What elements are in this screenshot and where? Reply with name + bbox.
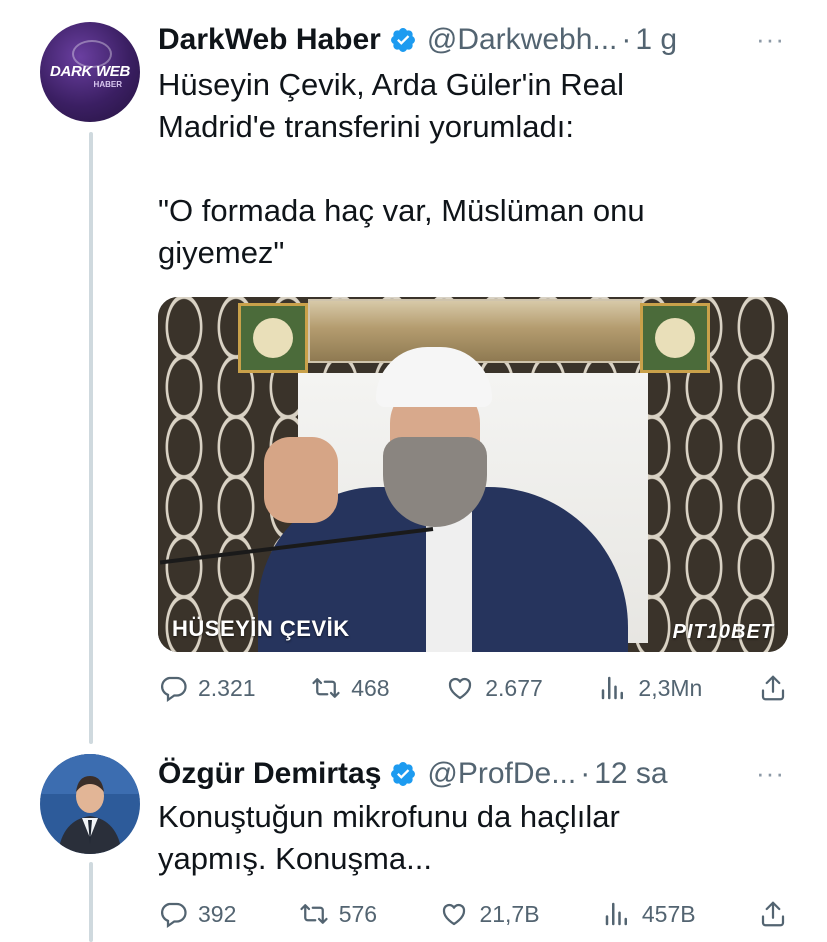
tweet-actions: 2.321 468 2.677 2,3Mn: [158, 668, 788, 708]
retweet-count: 468: [351, 674, 390, 701]
separator-dot: ·: [621, 23, 632, 56]
avatar-portrait: [40, 754, 140, 854]
tweet-header: Özgür Demirtaş @ProfDe... · 12 sa: [158, 752, 668, 796]
reply-icon: [161, 676, 187, 703]
views-count: 457B: [641, 900, 696, 927]
avatar[interactable]: [40, 754, 140, 854]
like-count: 21,7B: [479, 900, 540, 927]
retweet-count: 576: [338, 900, 378, 927]
tweet-time[interactable]: 1 g: [635, 23, 677, 57]
reply-count: 2.321: [198, 674, 256, 701]
tweet-text: Hüseyin Çevik, Arda Güler'in Real Madrid…: [158, 67, 645, 270]
avatar[interactable]: DARK WEB HABER: [40, 22, 140, 122]
tweet-actions: 392 576 21,7B 457B: [158, 894, 788, 934]
tweet-header: DarkWeb Haber @Darkwebh... · 1 g: [158, 18, 677, 62]
media-caption-brand: PIT10BET: [672, 621, 774, 643]
media-wall-frame: [238, 303, 308, 373]
more-icon[interactable]: ···: [756, 758, 785, 789]
tweet-media-video[interactable]: HÜSEYİN ÇEVİK PIT10BET: [158, 297, 788, 652]
like-icon: [449, 677, 472, 700]
reply-count: 392: [198, 900, 237, 927]
like-count: 2.677: [485, 674, 543, 701]
more-icon[interactable]: ···: [756, 24, 785, 55]
verified-badge-icon: [390, 28, 415, 52]
thread-line: [89, 862, 93, 942]
views-icon: [602, 676, 624, 700]
share-button[interactable]: [758, 673, 788, 703]
views-count: 2,3Mn: [638, 674, 703, 701]
author-handle[interactable]: @ProfDe...: [427, 757, 576, 791]
media-panorama-picture: [308, 299, 642, 363]
share-icon: [761, 901, 785, 927]
like-icon: [443, 903, 466, 926]
like-button[interactable]: 21,7B: [439, 899, 540, 929]
reply-button[interactable]: 2.321: [158, 673, 256, 703]
avatar-logo-ring: [72, 40, 112, 68]
like-button[interactable]: 2.677: [445, 673, 543, 703]
share-icon: [761, 675, 785, 701]
reply-button[interactable]: 392: [158, 899, 236, 929]
retweet-icon: [300, 904, 328, 924]
author-name[interactable]: Özgür Demirtaş: [158, 757, 381, 791]
thread-line: [89, 132, 93, 744]
retweet-icon: [312, 678, 340, 698]
share-button[interactable]: [758, 899, 788, 929]
retweet-button[interactable]: 468: [311, 673, 390, 703]
reply-icon: [161, 902, 187, 929]
author-handle[interactable]: @Darkwebh...: [427, 23, 618, 57]
author-name[interactable]: DarkWeb Haber: [158, 23, 381, 57]
views-button[interactable]: 457B: [602, 899, 696, 929]
verified-badge-icon: [391, 762, 416, 786]
views-button[interactable]: 2,3Mn: [598, 673, 702, 703]
media-caption-name: HÜSEYİN ÇEVİK: [172, 616, 350, 641]
separator-dot: ·: [580, 757, 591, 790]
views-icon: [605, 902, 627, 926]
retweet-button[interactable]: 576: [299, 899, 377, 929]
avatar-logo-subtext: HABER: [93, 79, 122, 89]
tweet-time[interactable]: 12 sa: [594, 757, 667, 791]
media-wall-frame: [640, 303, 710, 373]
tweet-text: Konuştuğun mikrofunu da haçlılar yapmış.…: [158, 799, 620, 876]
media-person-fist: [264, 437, 338, 523]
